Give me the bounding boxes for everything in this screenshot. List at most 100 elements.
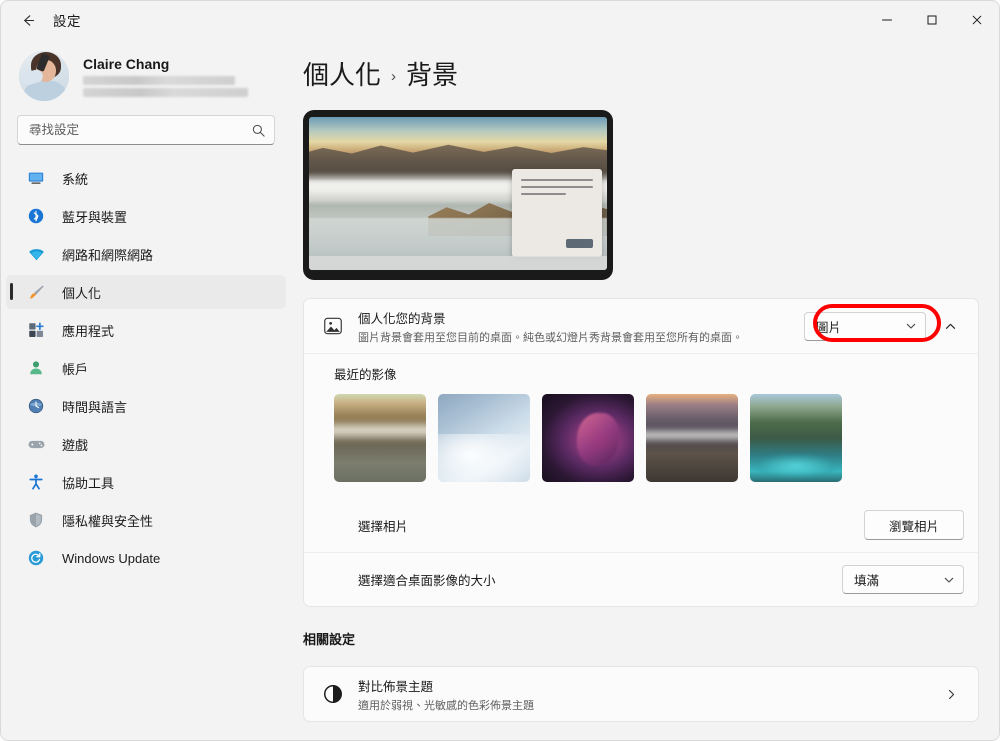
recent-images-list bbox=[334, 394, 964, 482]
system-icon bbox=[25, 168, 47, 188]
sidebar-item-network-internet[interactable]: 網路和網際網路 bbox=[6, 237, 286, 271]
desktop-preview bbox=[303, 110, 613, 280]
maximize-icon bbox=[926, 14, 938, 26]
background-settings-card: 個人化您的背景 圖片背景會套用至您目前的桌面。純色或幻燈片秀背景會套用至您所有的… bbox=[303, 298, 979, 607]
accessibility-icon bbox=[25, 472, 47, 492]
sidebar-item-apps[interactable]: 應用程式 bbox=[6, 313, 286, 347]
chevron-right-icon[interactable] bbox=[938, 681, 964, 707]
row-title: 對比佈景主題 bbox=[358, 676, 938, 695]
clock-globe-icon bbox=[25, 396, 47, 416]
account-icon bbox=[25, 358, 47, 378]
sidebar-item-label: 網路和網際網路 bbox=[62, 245, 153, 264]
contrast-themes-row[interactable]: 對比佈景主題 適用於弱視、光敏感的色彩佈景主題 bbox=[304, 667, 978, 721]
related-settings-heading: 相關設定 bbox=[303, 629, 979, 648]
wallpaper-blue-abstract[interactable] bbox=[438, 394, 530, 482]
close-icon bbox=[971, 14, 983, 26]
sidebar-item-label: 遊戲 bbox=[62, 435, 88, 454]
minimize-icon bbox=[881, 14, 893, 26]
background-type-dropdown[interactable]: 圖片 bbox=[804, 312, 926, 341]
wallpaper-purple-ribbon[interactable] bbox=[542, 394, 634, 482]
apps-icon bbox=[25, 320, 47, 340]
breadcrumb-parent[interactable]: 個人化 bbox=[303, 55, 381, 92]
sidebar-item-label: 時間與語言 bbox=[62, 397, 127, 416]
bluetooth-icon bbox=[25, 206, 47, 226]
sidebar-item-label: 帳戶 bbox=[62, 359, 88, 378]
breadcrumb: 個人化 › 背景 bbox=[303, 55, 999, 92]
row-description: 適用於弱視、光敏感的色彩佈景主題 bbox=[358, 697, 938, 713]
minimize-button[interactable] bbox=[864, 1, 909, 39]
back-button[interactable] bbox=[11, 5, 45, 35]
recent-images-label: 最近的影像 bbox=[334, 364, 964, 383]
background-type-value: 圖片 bbox=[816, 317, 841, 336]
personalize-background-texts: 個人化您的背景 圖片背景會套用至您目前的桌面。純色或幻燈片秀背景會套用至您所有的… bbox=[358, 308, 804, 345]
sidebar-item-gaming[interactable]: 遊戲 bbox=[6, 427, 286, 461]
avatar bbox=[19, 51, 69, 101]
contrast-themes-controls bbox=[938, 681, 964, 707]
chevron-down-icon bbox=[905, 320, 917, 332]
sidebar-item-personalization[interactable]: 個人化 bbox=[6, 275, 286, 309]
profile-email-redacted bbox=[83, 76, 248, 97]
sidebar: Claire Chang bbox=[1, 39, 291, 740]
search-input[interactable] bbox=[29, 123, 251, 137]
wallpaper-coastal-cliffs[interactable] bbox=[334, 394, 426, 482]
chevron-up-icon bbox=[944, 320, 957, 333]
row-title: 選擇相片 bbox=[358, 516, 864, 535]
fit-size-row: 選擇適合桌面影像的大小 填滿 bbox=[304, 552, 978, 606]
title-bar: 設定 bbox=[1, 1, 999, 39]
personalize-background-controls: 圖片 bbox=[804, 312, 964, 341]
maximize-button[interactable] bbox=[909, 1, 954, 39]
image-icon bbox=[318, 315, 348, 337]
sidebar-item-accessibility[interactable]: 協助工具 bbox=[6, 465, 286, 499]
page-title: 背景 bbox=[406, 55, 458, 92]
sidebar-item-label: 協助工具 bbox=[62, 473, 114, 492]
sidebar-item-windows-update[interactable]: Windows Update bbox=[6, 541, 286, 575]
choose-photo-texts: 選擇相片 bbox=[358, 516, 864, 535]
update-icon bbox=[25, 548, 47, 568]
fit-size-texts: 選擇適合桌面影像的大小 bbox=[358, 570, 842, 589]
row-title: 個人化您的背景 bbox=[358, 308, 804, 327]
wallpaper-mountain-dusk[interactable] bbox=[646, 394, 738, 482]
sidebar-item-accounts[interactable]: 帳戶 bbox=[6, 351, 286, 385]
sidebar-item-label: 系統 bbox=[62, 169, 88, 188]
fit-size-value: 填滿 bbox=[854, 570, 879, 589]
contrast-themes-texts: 對比佈景主題 適用於弱視、光敏感的色彩佈景主題 bbox=[358, 676, 938, 713]
close-button[interactable] bbox=[954, 1, 999, 39]
wifi-icon bbox=[25, 244, 47, 264]
settings-window: 設定 bbox=[0, 0, 1000, 741]
profile-name: Claire Chang bbox=[83, 56, 248, 72]
browse-photos-button[interactable]: 瀏覽相片 bbox=[864, 510, 964, 540]
preview-taskbar bbox=[309, 256, 607, 270]
back-arrow-icon bbox=[20, 12, 37, 29]
sidebar-item-label: Windows Update bbox=[62, 551, 160, 566]
breadcrumb-separator: › bbox=[391, 68, 396, 85]
sidebar-item-label: 隱私權與安全性 bbox=[62, 511, 153, 530]
shield-icon bbox=[25, 510, 47, 530]
contrast-icon bbox=[318, 683, 348, 705]
choose-photo-row: 選擇相片 瀏覽相片 bbox=[304, 498, 978, 552]
fit-size-dropdown[interactable]: 填滿 bbox=[842, 565, 964, 594]
chevron-down-icon bbox=[943, 574, 955, 586]
window-title: 設定 bbox=[53, 10, 81, 30]
collapse-section-button[interactable] bbox=[936, 312, 964, 340]
preview-mock-window bbox=[512, 169, 602, 257]
wallpaper-tropical-bay[interactable] bbox=[750, 394, 842, 482]
row-title: 選擇適合桌面影像的大小 bbox=[358, 570, 842, 589]
sidebar-item-system[interactable]: 系統 bbox=[6, 161, 286, 195]
sidebar-item-label: 應用程式 bbox=[62, 321, 114, 340]
fit-size-controls: 填滿 bbox=[842, 565, 964, 594]
recent-images-section: 最近的影像 bbox=[304, 353, 978, 498]
profile-text: Claire Chang bbox=[83, 56, 248, 97]
search-box[interactable] bbox=[17, 115, 275, 145]
preview-screen bbox=[309, 117, 607, 270]
paintbrush-icon bbox=[25, 282, 47, 302]
sidebar-item-bluetooth-devices[interactable]: 藍牙與裝置 bbox=[6, 199, 286, 233]
preview-mock-button bbox=[566, 239, 593, 248]
sidebar-nav: 系統 藍牙與裝置 網路和網際網路 bbox=[1, 161, 291, 575]
sidebar-item-privacy-security[interactable]: 隱私權與安全性 bbox=[6, 503, 286, 537]
main-content: 個人化 › 背景 bbox=[291, 39, 999, 740]
choose-photo-controls: 瀏覽相片 bbox=[864, 510, 964, 540]
sidebar-item-time-language[interactable]: 時間與語言 bbox=[6, 389, 286, 423]
user-profile[interactable]: Claire Chang bbox=[1, 39, 291, 101]
personalize-background-row[interactable]: 個人化您的背景 圖片背景會套用至您目前的桌面。純色或幻燈片秀背景會套用至您所有的… bbox=[304, 299, 978, 353]
sidebar-item-label: 藍牙與裝置 bbox=[62, 207, 127, 226]
